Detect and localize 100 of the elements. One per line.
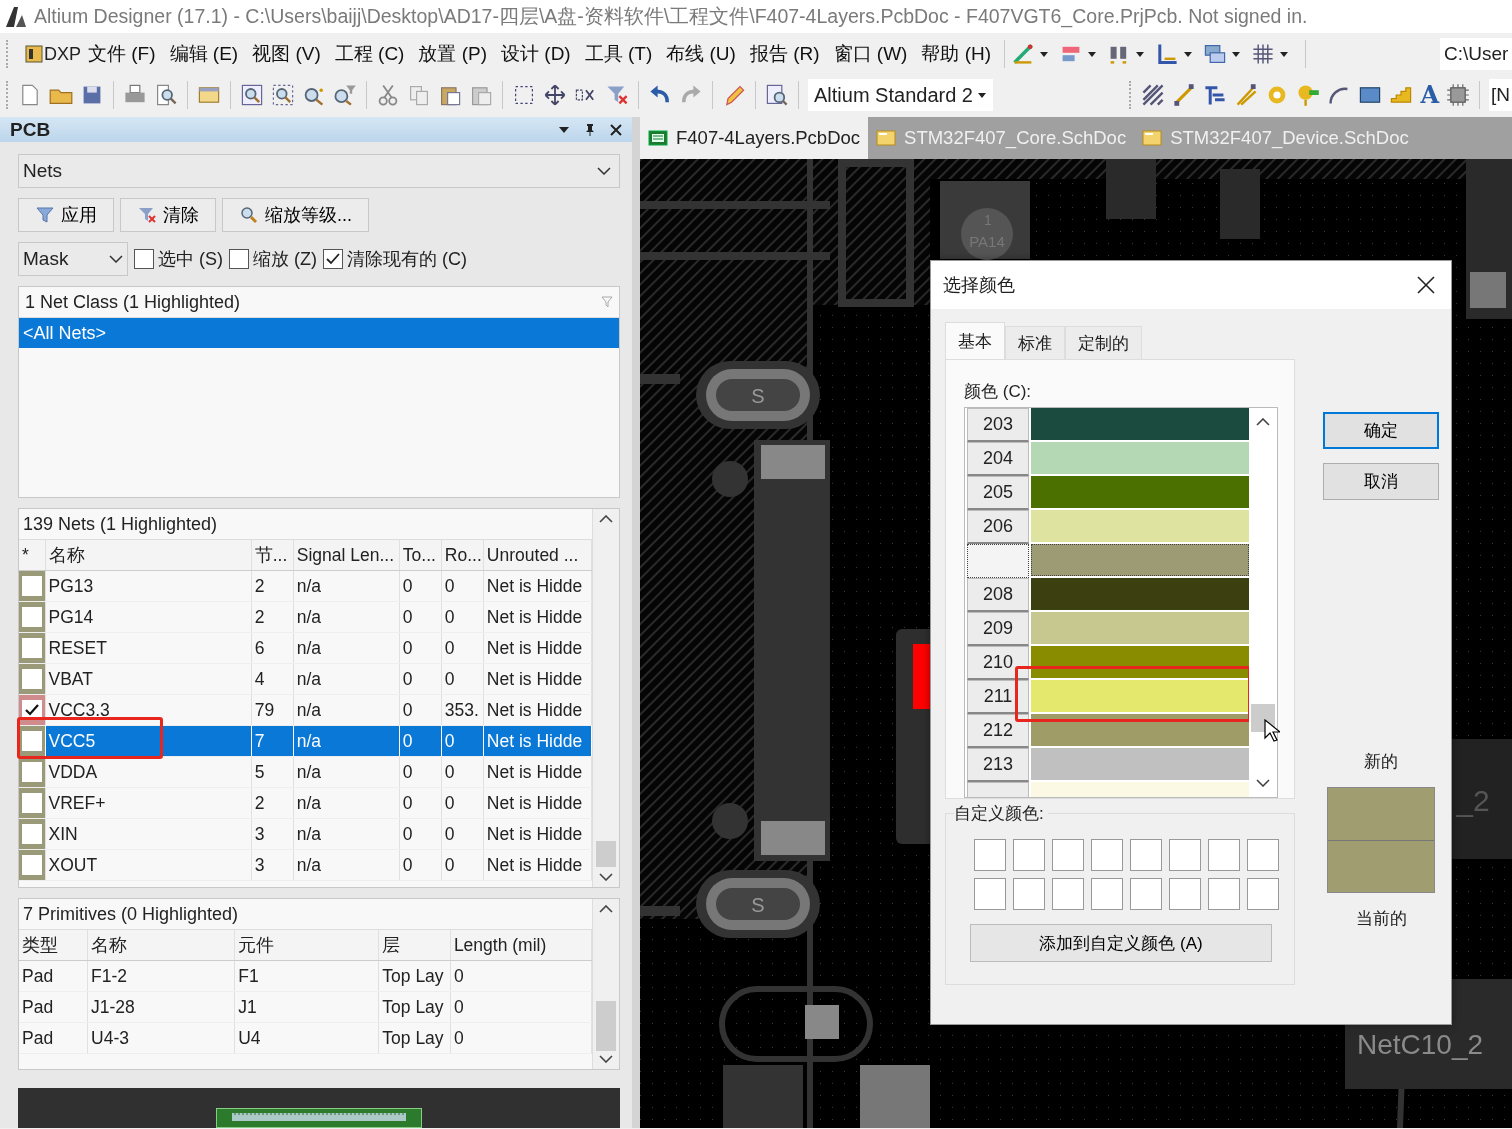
color-swatch[interactable] [1031,578,1249,610]
mask-dropdown[interactable]: Mask [18,242,128,276]
table-cell[interactable]: 0 [441,570,484,602]
inspector-icon[interactable] [765,83,789,107]
color-number[interactable]: 210 [967,646,1029,680]
scrollbar[interactable] [592,899,619,1069]
table-cell[interactable]: RESET [45,632,252,664]
table-cell[interactable]: XOUT [45,849,252,881]
color-number[interactable]: 213 [967,748,1029,782]
table-cell[interactable]: n/a [293,663,400,695]
custom-color-slot[interactable] [1013,839,1045,871]
table-cell[interactable]: 0 [399,632,442,664]
scroll-up-icon[interactable] [1256,418,1270,426]
dropdown-caret-icon[interactable] [1231,50,1242,58]
color-number[interactable] [967,544,1029,578]
table-cell[interactable]: n/a [293,725,400,757]
color-number[interactable]: 205 [967,476,1029,510]
column-header[interactable]: 层 [378,930,451,961]
scroll-down-icon[interactable] [1256,779,1270,787]
table-cell[interactable]: 0 [399,787,442,819]
custom-color-slot[interactable] [1208,878,1240,910]
color-number[interactable]: 211 [967,680,1029,714]
color-number[interactable]: 203 [967,408,1029,442]
table-cell[interactable]: 0 [399,601,442,633]
color-swatch[interactable] [1031,680,1249,712]
menu-item[interactable]: 工具 (T) [577,41,660,67]
layers-icon[interactable] [1203,42,1228,66]
custom-color-slot[interactable] [1130,878,1162,910]
table-cell[interactable]: VDDA [45,756,252,788]
table-cell[interactable]: 0 [441,818,484,850]
standard-dropdown[interactable]: Altium Standard 2 [808,79,993,111]
table-cell[interactable]: 0 [441,663,484,695]
measure-icon[interactable] [1155,42,1180,66]
menu-item[interactable]: 帮助 (H) [914,41,999,67]
checkbox[interactable] [21,824,42,844]
table-cell[interactable]: Net is Hidde [483,570,592,602]
column-header[interactable]: To... [399,540,442,571]
column-header[interactable]: Ro... [441,540,484,571]
table-cell[interactable]: Net is Hidde [483,725,592,757]
list-item[interactable]: <All Nets> [19,318,619,348]
toolbar-button[interactable]: 清除 [120,198,216,232]
string-tool-icon[interactable]: A [1420,83,1439,107]
table-cell[interactable]: 6 [251,632,294,664]
table-cell[interactable]: XIN [45,818,252,850]
menu-item[interactable]: 报告 (R) [742,41,827,67]
tab[interactable]: 定制的 [1065,326,1142,359]
table-cell[interactable]: 5 [251,756,294,788]
custom-color-slot[interactable] [1091,839,1123,871]
table-cell[interactable]: Net is Hidde [483,632,592,664]
table-cell[interactable]: Net is Hidde [483,787,592,819]
differential-track-icon[interactable] [1234,83,1259,107]
checkbox[interactable] [21,576,42,596]
color-number[interactable]: 204 [967,442,1029,476]
zoom-filter-icon[interactable] [333,83,357,107]
table-cell[interactable]: n/a [293,570,400,602]
table-cell[interactable]: 3 [251,818,294,850]
close-icon[interactable] [1417,276,1435,294]
move-icon[interactable] [543,83,567,107]
scrollbar[interactable] [592,509,619,887]
color-number[interactable]: 212 [967,714,1029,748]
checkbox[interactable] [21,762,42,782]
grid-icon[interactable] [1251,42,1276,66]
custom-color-slot[interactable] [1169,878,1201,910]
table-cell[interactable]: 0 [441,849,484,881]
scroll-down-icon[interactable] [599,1055,613,1063]
table-cell[interactable]: 0 [399,570,442,602]
custom-color-slot[interactable] [1052,878,1084,910]
custom-color-slot[interactable] [974,878,1006,910]
custom-color-slot[interactable] [1247,878,1279,910]
table-cell[interactable]: Net is Hidde [483,694,592,726]
color-number[interactable]: 208 [967,578,1029,612]
menu-item[interactable]: 设计 (D) [494,41,578,67]
custom-color-slot[interactable] [1130,839,1162,871]
hatch-icon[interactable] [1141,83,1166,107]
scroll-up-icon[interactable] [599,515,613,523]
table-cell[interactable]: 2 [251,601,294,633]
color-number[interactable]: 206 [967,510,1029,544]
menu-item[interactable]: 视图 (V) [245,41,328,67]
toolbar-button[interactable]: 缩放等级... [222,198,369,232]
color-number[interactable]: 209 [967,612,1029,646]
color-swatch[interactable] [1031,408,1249,440]
table-cell[interactable]: 0 [441,787,484,819]
table-cell[interactable]: Net is Hidde [483,849,592,881]
checkbox[interactable] [21,793,42,813]
scroll-down-icon[interactable] [599,873,613,881]
menu-item[interactable]: 文件 (F) [81,41,163,67]
column-header[interactable]: Unrouted ... [483,540,592,571]
fanout-icon[interactable] [1203,83,1228,107]
table-cell[interactable]: 0 [399,818,442,850]
checkbox[interactable] [21,731,42,751]
menu-item[interactable]: 编辑 (E) [162,41,246,67]
color-swatch[interactable] [1031,612,1249,644]
color-list[interactable]: 203 204 205 206 208 209 210 211 212 213 [964,407,1278,798]
table-cell[interactable]: 79 [251,694,294,726]
menu-label[interactable]: DXP [44,43,81,65]
dropdown-caret-icon[interactable] [1279,50,1290,58]
table-cell[interactable]: 3 [251,849,294,881]
checkbox[interactable] [229,249,249,269]
tab[interactable]: 标准 [1005,326,1065,359]
column-header[interactable]: * [19,540,45,571]
